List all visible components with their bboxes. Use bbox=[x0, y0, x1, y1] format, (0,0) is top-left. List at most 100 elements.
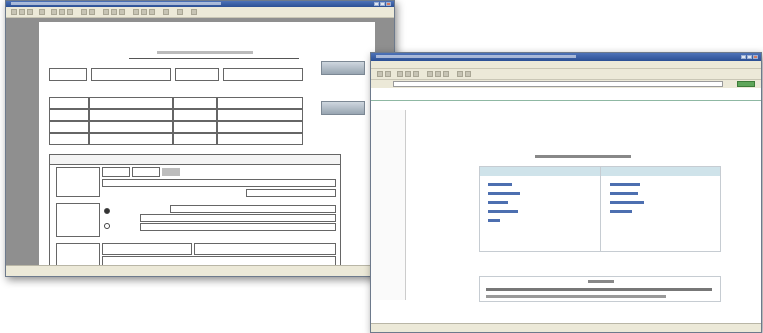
home-icon[interactable] bbox=[413, 71, 419, 77]
go-button[interactable] bbox=[737, 81, 755, 87]
italic-icon[interactable] bbox=[111, 9, 117, 15]
page-side-panel bbox=[371, 110, 406, 300]
field-cell[interactable] bbox=[223, 68, 303, 81]
align-center-icon[interactable] bbox=[141, 9, 147, 15]
print-icon[interactable] bbox=[39, 9, 45, 15]
notice-line bbox=[486, 295, 666, 298]
new-icon[interactable] bbox=[11, 9, 17, 15]
menu-link[interactable] bbox=[488, 192, 520, 195]
menu-heading bbox=[535, 155, 631, 158]
menu-link[interactable] bbox=[488, 219, 500, 222]
menu-table bbox=[479, 166, 721, 252]
minimize-button[interactable] bbox=[374, 2, 379, 6]
open-icon[interactable] bbox=[19, 9, 25, 15]
browser-title bbox=[376, 55, 576, 58]
radio-option[interactable] bbox=[104, 223, 110, 229]
text-field[interactable] bbox=[194, 243, 336, 255]
grid-cell bbox=[49, 109, 89, 121]
cut-icon[interactable] bbox=[51, 9, 57, 15]
form-canvas bbox=[6, 18, 394, 272]
browser-status-bar bbox=[371, 323, 761, 332]
minimize-button[interactable] bbox=[741, 55, 746, 59]
menu-link[interactable] bbox=[610, 192, 638, 195]
text-field[interactable] bbox=[102, 243, 192, 255]
notice-title bbox=[588, 280, 614, 283]
form-editor-toolbar bbox=[6, 7, 394, 18]
grid-cell bbox=[173, 109, 217, 121]
grid-cell[interactable] bbox=[89, 133, 173, 145]
menu-table-header-right bbox=[601, 167, 720, 176]
notice-line bbox=[486, 288, 712, 291]
notice-box bbox=[479, 276, 721, 302]
option-cell[interactable] bbox=[132, 167, 160, 177]
maximize-button[interactable] bbox=[747, 55, 752, 59]
menu-link[interactable] bbox=[610, 201, 644, 204]
grid-cell[interactable] bbox=[217, 97, 303, 109]
row-label-cell bbox=[56, 203, 100, 237]
maximize-button[interactable] bbox=[380, 2, 385, 6]
table-icon[interactable] bbox=[163, 9, 169, 15]
favorites-icon[interactable] bbox=[435, 71, 441, 77]
align-right-icon[interactable] bbox=[149, 9, 155, 15]
option-cell[interactable] bbox=[102, 167, 130, 177]
grid-cell[interactable] bbox=[89, 109, 173, 121]
form-title-underline bbox=[129, 58, 299, 59]
menu-link[interactable] bbox=[610, 210, 632, 213]
form-editor-window bbox=[5, 0, 395, 277]
forward-icon[interactable] bbox=[385, 71, 391, 77]
grid-cell bbox=[173, 97, 217, 109]
row-label-cell bbox=[56, 167, 100, 197]
close-button[interactable] bbox=[753, 55, 758, 59]
close-button[interactable] bbox=[386, 2, 391, 6]
redo-icon[interactable] bbox=[89, 9, 95, 15]
address-field[interactable] bbox=[393, 81, 723, 87]
grid-cell bbox=[173, 133, 217, 145]
form-title-text bbox=[157, 51, 253, 54]
align-left-icon[interactable] bbox=[133, 9, 139, 15]
browser-window bbox=[370, 52, 762, 333]
print-icon[interactable] bbox=[465, 71, 471, 77]
field-cell bbox=[49, 68, 87, 81]
grid-cell bbox=[173, 121, 217, 133]
grid-cell[interactable] bbox=[89, 97, 173, 109]
form-editor-status-bar bbox=[6, 265, 394, 276]
grid-cell[interactable] bbox=[217, 133, 303, 145]
browser-title-bar bbox=[371, 53, 761, 61]
field-cell[interactable] bbox=[91, 68, 171, 81]
help-icon[interactable] bbox=[191, 9, 197, 15]
save-icon[interactable] bbox=[27, 9, 33, 15]
underline-icon[interactable] bbox=[119, 9, 125, 15]
back-icon[interactable] bbox=[377, 71, 383, 77]
text-field[interactable] bbox=[102, 179, 336, 187]
menu-link[interactable] bbox=[488, 210, 518, 213]
text-field[interactable] bbox=[140, 223, 336, 231]
action-button[interactable] bbox=[321, 61, 365, 75]
action-button[interactable] bbox=[321, 101, 365, 115]
text-field[interactable] bbox=[140, 214, 336, 222]
menu-link[interactable] bbox=[488, 183, 512, 186]
grid-cell[interactable] bbox=[217, 121, 303, 133]
refresh-icon[interactable] bbox=[405, 71, 411, 77]
undo-icon[interactable] bbox=[81, 9, 87, 15]
grid-cell[interactable] bbox=[217, 109, 303, 121]
grid-cell bbox=[49, 133, 89, 145]
radio-option[interactable] bbox=[104, 208, 110, 214]
stop-icon[interactable] bbox=[397, 71, 403, 77]
menu-link[interactable] bbox=[610, 183, 640, 186]
mail-icon[interactable] bbox=[457, 71, 463, 77]
history-icon[interactable] bbox=[443, 71, 449, 77]
text-field[interactable] bbox=[246, 189, 336, 197]
menu-table-divider bbox=[600, 167, 601, 251]
bold-icon[interactable] bbox=[103, 9, 109, 15]
grid-cell[interactable] bbox=[89, 121, 173, 133]
paste-icon[interactable] bbox=[67, 9, 73, 15]
copy-icon[interactable] bbox=[59, 9, 65, 15]
form-editor-title bbox=[11, 2, 221, 5]
menu-link[interactable] bbox=[488, 201, 508, 204]
form-lower-section bbox=[49, 163, 341, 272]
search-icon[interactable] bbox=[427, 71, 433, 77]
zoom-icon[interactable] bbox=[177, 9, 183, 15]
text-field[interactable] bbox=[170, 205, 336, 213]
grid-cell bbox=[49, 121, 89, 133]
option-selected[interactable] bbox=[162, 168, 180, 176]
